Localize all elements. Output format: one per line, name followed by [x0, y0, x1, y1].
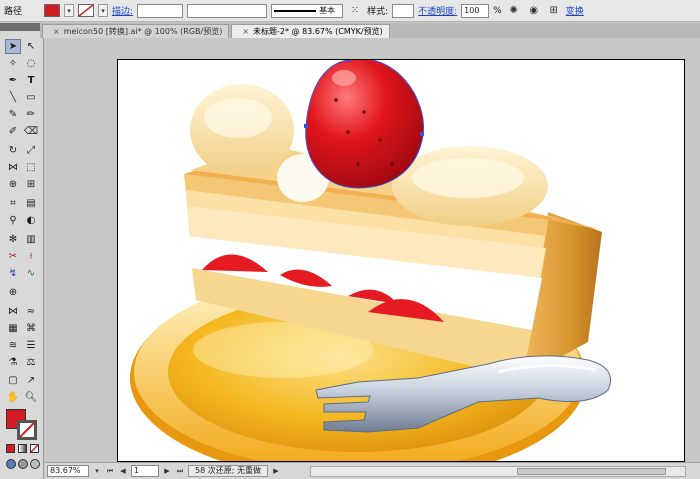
- tab-document-2[interactable]: × 未标题-2* @ 83.67% (CMYK/预览): [231, 24, 390, 38]
- next-artboard-icon[interactable]: ▶: [162, 465, 172, 477]
- opacity-unit: %: [493, 5, 502, 16]
- isolate-icon[interactable]: ◉: [526, 3, 542, 19]
- crystallize-tool-icon[interactable]: ☰: [23, 338, 39, 353]
- scallop-tool-icon[interactable]: ≋: [5, 338, 21, 353]
- selection-tool-icon[interactable]: ➤: [5, 39, 21, 54]
- draw-inside-icon[interactable]: [30, 459, 40, 469]
- type-tool-icon[interactable]: T: [23, 73, 39, 88]
- globe-icon[interactable]: ⊕: [5, 285, 21, 300]
- graphic-style-swatch[interactable]: [392, 3, 415, 18]
- direct-selection-tool-icon[interactable]: ↖: [23, 39, 39, 54]
- cake-illustration: [130, 60, 611, 461]
- stroke-panel-link[interactable]: 描边:: [112, 4, 133, 17]
- fill-dropdown[interactable]: ▾: [64, 4, 75, 17]
- last-artboard-icon[interactable]: ⏭: [175, 465, 185, 477]
- magic-wand-icon[interactable]: ✧: [5, 56, 21, 71]
- pen-tool-icon[interactable]: ✒: [5, 73, 21, 88]
- tools-panel-grip[interactable]: [0, 23, 43, 31]
- gradient-tool-icon[interactable]: ▤: [23, 196, 39, 211]
- shape-builder-icon[interactable]: ⊕: [5, 177, 21, 192]
- draw-mode-buttons: [6, 459, 40, 469]
- blob-brush-icon[interactable]: ✐: [5, 124, 21, 139]
- scale-tool-icon[interactable]: ⤢: [23, 143, 39, 158]
- eyedropper-sample-icon[interactable]: ⚗: [5, 355, 21, 370]
- first-artboard-icon[interactable]: ⏮: [105, 465, 115, 477]
- symbol-sprayer-icon[interactable]: ✻: [5, 232, 21, 247]
- close-icon[interactable]: ×: [242, 27, 249, 36]
- mesh-tool-icon[interactable]: ⌗: [5, 196, 21, 211]
- fill-stroke-swatches[interactable]: [6, 409, 38, 441]
- status-menu-icon[interactable]: ▶: [271, 465, 281, 477]
- artboard-number-field[interactable]: 1: [131, 465, 159, 477]
- status-bar: 83.67% ▾ ⏮ ◀ 1 ▶ ⏭ 58 次还原; 无重做 ▶: [45, 462, 700, 479]
- gradient-mode-icon[interactable]: [18, 444, 27, 453]
- eraser-icon[interactable]: ⌫: [23, 124, 39, 139]
- opacity-field[interactable]: 100: [461, 3, 490, 18]
- transform-link[interactable]: 变换: [566, 4, 584, 17]
- color-mode-icon[interactable]: [6, 444, 15, 453]
- fill-swatch[interactable]: [44, 4, 61, 17]
- paintbrush-icon[interactable]: ✎: [5, 107, 21, 122]
- brush-stroke-preview-icon: [274, 9, 317, 12]
- slice-tool-icon[interactable]: ⟊: [23, 249, 39, 264]
- style-label: 样式:: [367, 7, 389, 17]
- hand-tool-icon[interactable]: ✋: [5, 390, 21, 405]
- draw-normal-icon[interactable]: [6, 459, 16, 469]
- zoom-tool-icon[interactable]: 🔍︎: [23, 390, 39, 405]
- scrollbar-thumb[interactable]: [516, 468, 667, 475]
- stroke-swatch[interactable]: [78, 4, 95, 17]
- stroke-color-swatch[interactable]: [17, 420, 37, 440]
- color-mode-buttons: [6, 444, 39, 453]
- close-icon[interactable]: ×: [53, 27, 60, 36]
- strawberry-topping: [304, 60, 424, 189]
- rectangle-tool-icon[interactable]: ▭: [23, 90, 39, 105]
- pucker-tool-icon[interactable]: ▦: [5, 321, 21, 336]
- blend-tool-icon[interactable]: ◐: [23, 213, 39, 228]
- zoom-dropdown-icon[interactable]: ▾: [92, 465, 102, 477]
- history-status: 58 次还原; 无重做: [188, 465, 268, 477]
- variable-width-profile[interactable]: [187, 3, 268, 18]
- tab-document-1[interactable]: × meicon50 [转换].ai* @ 100% (RGB/预览): [42, 24, 230, 38]
- line-tool-icon[interactable]: ╲: [5, 90, 21, 105]
- opacity-link[interactable]: 不透明度:: [418, 4, 457, 17]
- knife-tool-icon[interactable]: ↯: [5, 266, 21, 281]
- horizontal-scrollbar[interactable]: [310, 466, 686, 477]
- prev-artboard-icon[interactable]: ◀: [118, 465, 128, 477]
- bloat-tool-icon[interactable]: ⌘: [23, 321, 39, 336]
- zoom-field[interactable]: 83.67%: [47, 465, 89, 477]
- path-eraser-icon[interactable]: ∿: [23, 266, 39, 281]
- align-icon[interactable]: ⊞: [546, 3, 562, 19]
- none-mode-icon[interactable]: [30, 444, 39, 453]
- twirl-tool-icon[interactable]: ≈: [23, 304, 39, 319]
- measure-tool-icon[interactable]: ⚖: [23, 355, 39, 370]
- artboard[interactable]: [117, 59, 685, 462]
- graphic-style-grid-icon[interactable]: ⁙: [347, 3, 363, 19]
- document-tabs: × meicon50 [转换].ai* @ 100% (RGB/预览) × 未标题-…: [40, 23, 700, 38]
- slice-select-icon[interactable]: ↗: [23, 373, 39, 388]
- stroke-weight-field[interactable]: [137, 3, 184, 18]
- draw-behind-icon[interactable]: [18, 459, 28, 469]
- canvas-area[interactable]: [45, 38, 700, 462]
- lasso-icon[interactable]: ◌: [23, 56, 39, 71]
- tab-label: meicon50 [转换].ai* @ 100% (RGB/预览): [63, 27, 223, 36]
- brush-name: 基本: [319, 6, 336, 15]
- stroke-dropdown[interactable]: ▾: [98, 4, 109, 17]
- warp-tool-icon[interactable]: ⋈: [5, 304, 21, 319]
- selection-type-label: 路径: [4, 7, 23, 17]
- brush-definition[interactable]: 基本: [271, 3, 344, 18]
- tools-panel: ➤ ↖ ✧ ◌ ✒ T ╲ ▭ ✎ ✏ ✐ ⌫ ↻ ⤢ ⋈ ⬚ ⊕ ⊞ ⌗ ▤ …: [0, 23, 44, 479]
- perspective-grid-icon[interactable]: ⊞: [23, 177, 39, 192]
- column-graph-icon[interactable]: ▥: [23, 232, 39, 247]
- eyedropper-icon[interactable]: ⚲: [5, 213, 21, 228]
- width-tool-icon[interactable]: ⋈: [5, 160, 21, 175]
- tab-label: 未标题-2* @ 83.67% (CMYK/预览): [253, 27, 383, 36]
- pencil-icon[interactable]: ✏: [23, 107, 39, 122]
- crop-area-icon[interactable]: ▢: [5, 373, 21, 388]
- artboard-tool-icon[interactable]: ✂: [5, 249, 21, 264]
- rotate-tool-icon[interactable]: ↻: [5, 143, 21, 158]
- free-transform-icon[interactable]: ⬚: [23, 160, 39, 175]
- control-bar: 路径 ▾ ▾ 描边: 基本 ⁙ 样式: 不透明度: 100 % ✺ ◉ ⊞ 变换: [0, 0, 700, 22]
- recolor-artwork-icon[interactable]: ✺: [506, 3, 522, 19]
